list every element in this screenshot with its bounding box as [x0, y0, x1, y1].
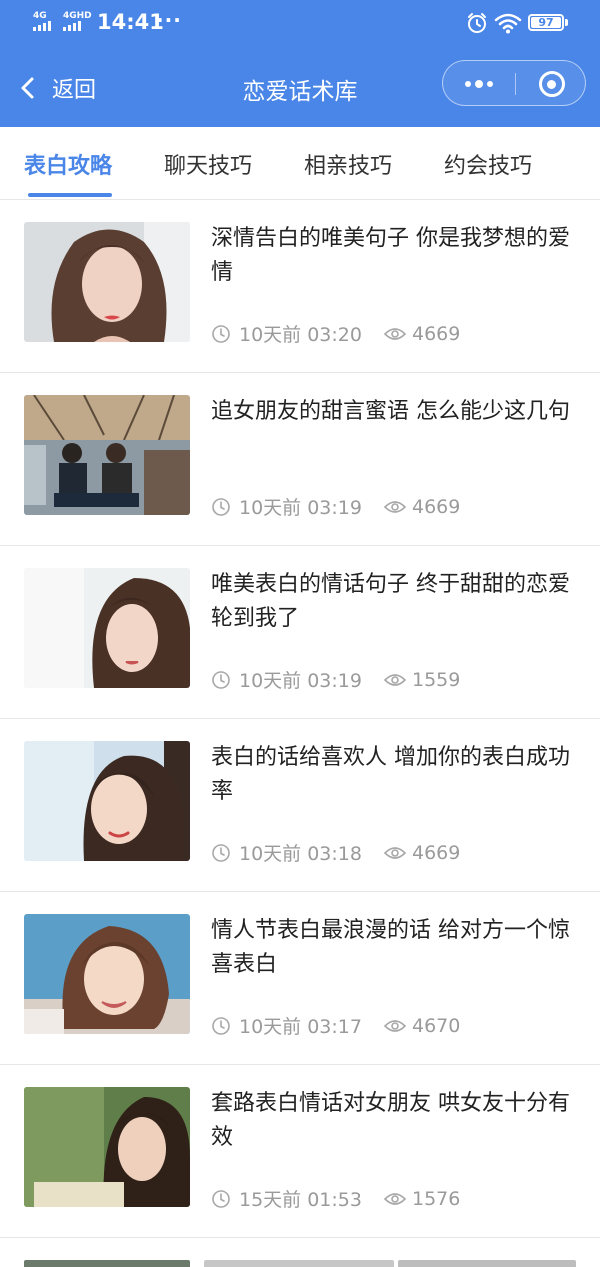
eye-icon: [383, 846, 406, 859]
article-thumbnail: [24, 914, 190, 1034]
article-meta: 10天前 03:18 4669: [211, 839, 460, 866]
article-thumbnail: [24, 741, 190, 861]
list-item[interactable]: 唯美表白的情话句子 终于甜甜的恋爱轮到我了 10天前 03:19 1559: [0, 546, 600, 719]
wifi-icon: [494, 13, 522, 34]
eye-icon: [383, 500, 406, 513]
list-item[interactable]: 表白的话给喜欢人 增加你的表白成功率 10天前 03:18 4669: [0, 719, 600, 892]
signal-label-2: 4GHD: [63, 11, 92, 21]
status-more: ···: [156, 8, 182, 32]
category-tabs: 表白攻略 聊天技巧 相亲技巧 约会技巧: [0, 127, 600, 200]
article-meta: 15天前 01:53 1576: [211, 1185, 460, 1212]
battery-level: 97: [538, 16, 554, 29]
article-views: 4669: [411, 322, 461, 345]
clock-icon: [212, 1016, 230, 1035]
clock-icon: [212, 497, 230, 516]
article-views: 1559: [411, 668, 461, 691]
alarm-icon: [468, 13, 486, 33]
more-button[interactable]: [443, 61, 515, 107]
list-item[interactable]: 情人节表白最浪漫的话 给对方一个惊喜表白 10天前 03:17 4670: [0, 892, 600, 1065]
article-time: 10天前 03:18: [239, 843, 362, 865]
article-meta: 10天前 03:19 1559: [211, 666, 460, 693]
article-time: 10天前 03:19: [239, 497, 362, 519]
article-title: 表白的话给喜欢人 增加你的表白成功率: [211, 745, 570, 804]
clock-icon: [212, 670, 230, 689]
more-dot-icon: [465, 81, 471, 87]
tab-dating-skills[interactable]: 约会技巧: [444, 148, 532, 180]
article-thumbnail: [24, 222, 190, 342]
article-meta: 10天前 03:19 4669: [211, 493, 460, 520]
battery-icon: 97: [528, 14, 564, 31]
partial-thumbnail: [204, 1260, 394, 1267]
article-title: 唯美表白的情话句子 终于甜甜的恋爱轮到我了: [211, 572, 570, 631]
article-thumbnail: [24, 1087, 190, 1207]
eye-icon: [383, 1019, 406, 1032]
article-views: 4669: [411, 495, 461, 518]
nav-bar: 返回 恋爱话术库: [0, 46, 600, 127]
article-thumbnail: [24, 568, 190, 688]
article-views: 4670: [411, 1014, 461, 1037]
article-thumbnail: [24, 395, 190, 515]
article-title: 情人节表白最浪漫的话 给对方一个惊喜表白: [211, 918, 570, 977]
tab-blind-date-skills[interactable]: 相亲技巧: [304, 148, 392, 180]
list-item[interactable]: 深情告白的唯美句子 你是我梦想的爱情 10天前 03:20 4669: [0, 200, 600, 373]
eye-icon: [383, 327, 406, 340]
signal-2-icon: [63, 21, 81, 31]
article-time: 10天前 03:19: [239, 670, 362, 692]
more-dot-icon: [487, 81, 493, 87]
list-item[interactable]: 套路表白情话对女朋友 哄女友十分有效 15天前 01:53 1576: [0, 1065, 600, 1238]
battery-tip: [565, 19, 568, 26]
next-item-partial: [0, 1260, 600, 1267]
partial-thumbnail: [24, 1260, 190, 1267]
status-time: 14:41: [97, 10, 164, 34]
article-time: 10天前 03:17: [239, 1016, 362, 1038]
article-views: 1576: [411, 1187, 461, 1210]
article-views: 4669: [411, 841, 461, 864]
clock-icon: [212, 324, 230, 343]
miniprogram-capsule: [442, 60, 586, 106]
close-miniprogram-button[interactable]: [516, 61, 587, 107]
clock-icon: [212, 1189, 230, 1208]
signal-label-1: 4G: [33, 11, 47, 21]
target-icon: [538, 71, 565, 97]
partial-thumbnail: [398, 1260, 576, 1267]
eye-icon: [383, 673, 406, 686]
clock-icon: [212, 843, 230, 862]
top-bar: 4G 4GHD 14:41 ··· 97 返回 恋爱话术库: [0, 0, 600, 127]
tab-confession-guide[interactable]: 表白攻略: [24, 148, 112, 180]
article-time: 10天前 03:20: [239, 324, 362, 346]
eye-icon: [383, 1192, 406, 1205]
active-tab-indicator: [28, 193, 112, 197]
article-meta: 10天前 03:20 4669: [211, 320, 460, 347]
article-meta: 10天前 03:17 4670: [211, 1012, 460, 1039]
tab-chat-skills[interactable]: 聊天技巧: [164, 148, 252, 180]
list-item[interactable]: 追女朋友的甜言蜜语 怎么能少这几句 10天前 03:19 4669: [0, 373, 600, 546]
status-bar: 4G 4GHD 14:41 ··· 97: [0, 0, 600, 46]
more-dot-icon: [475, 80, 483, 88]
article-title: 深情告白的唯美句子 你是我梦想的爱情: [211, 226, 570, 285]
article-time: 15天前 01:53: [239, 1189, 362, 1211]
article-title: 套路表白情话对女朋友 哄女友十分有效: [211, 1091, 570, 1150]
article-title: 追女朋友的甜言蜜语 怎么能少这几句: [211, 399, 570, 424]
signal-1-icon: [33, 21, 51, 31]
